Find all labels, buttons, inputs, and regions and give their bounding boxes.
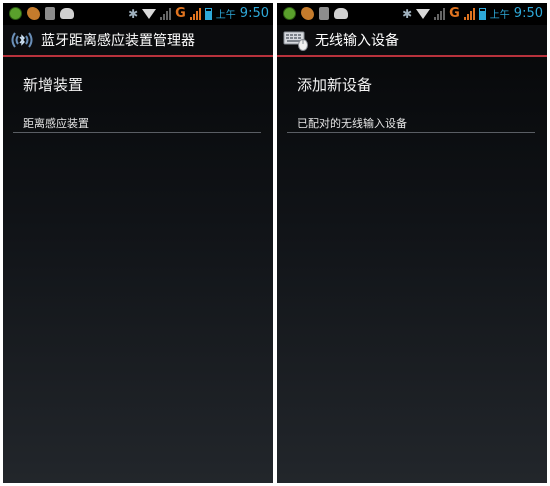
status-clock: 9:50 xyxy=(513,6,543,21)
right-phone-screen: ✱ G 上午 9:50 无线输入设备 添加新设备 已配对的无线输入设备 xyxy=(277,3,547,483)
section-divider xyxy=(287,132,535,133)
wifi-icon xyxy=(416,8,431,19)
status-ampm: 上午 xyxy=(215,10,236,21)
notification-icons xyxy=(283,7,348,20)
section-divider xyxy=(13,132,261,133)
status-bar: ✱ G 上午 9:50 xyxy=(277,3,547,25)
signal-sim1-icon xyxy=(434,7,446,20)
section-header: 距离感应装置 xyxy=(23,117,89,130)
notification-pet-icon xyxy=(301,7,314,20)
notification-pet-icon xyxy=(27,7,40,20)
wireless-input-devices-icon[interactable] xyxy=(283,29,309,51)
wifi-icon xyxy=(142,8,157,19)
notification-game-controller-icon xyxy=(60,8,74,19)
notification-app-icon xyxy=(283,7,296,20)
battery-charging-icon xyxy=(478,7,486,20)
page-title: 无线输入设备 xyxy=(315,33,399,49)
notification-game-controller-icon xyxy=(334,8,348,19)
bluetooth-icon: ✱ xyxy=(402,6,413,21)
network-type-label: G xyxy=(449,6,460,21)
bluetooth-proximity-icon[interactable] xyxy=(9,29,35,51)
status-ampm: 上午 xyxy=(489,10,510,21)
page-title: 蓝牙距离感应装置管理器 xyxy=(41,33,195,49)
add-device-item[interactable]: 添加新设备 xyxy=(297,74,372,95)
signal-sim2-icon xyxy=(463,7,475,20)
battery-charging-icon xyxy=(204,7,212,20)
system-icons: ✱ G 上午 9:50 xyxy=(128,6,269,21)
bluetooth-icon: ✱ xyxy=(128,6,139,21)
action-bar: 蓝牙距离感应装置管理器 xyxy=(3,25,273,57)
action-bar: 无线输入设备 xyxy=(277,25,547,57)
network-type-label: G xyxy=(175,6,186,21)
notification-trash-icon xyxy=(45,7,55,20)
status-clock: 9:50 xyxy=(239,6,269,21)
add-device-item[interactable]: 新增装置 xyxy=(23,74,83,95)
notification-icons xyxy=(9,7,74,20)
notification-trash-icon xyxy=(319,7,329,20)
system-icons: ✱ G 上午 9:50 xyxy=(402,6,543,21)
signal-sim2-icon xyxy=(189,7,201,20)
status-bar: ✱ G 上午 9:50 xyxy=(3,3,273,25)
signal-sim1-icon xyxy=(160,7,172,20)
section-header: 已配对的无线输入设备 xyxy=(297,117,407,130)
left-phone-screen: ✱ G 上午 9:50 蓝牙距离感应装置管理器 新增装置 距离感应装置 xyxy=(3,3,273,483)
notification-app-icon xyxy=(9,7,22,20)
